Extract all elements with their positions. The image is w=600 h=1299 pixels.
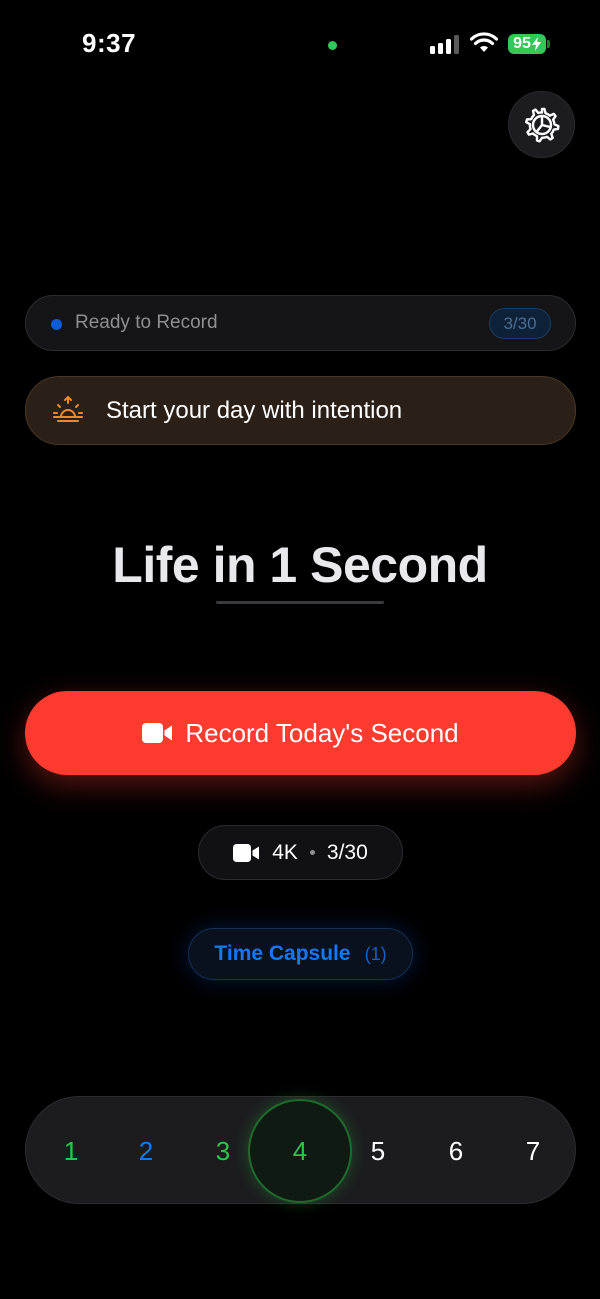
recording-count-badge: 3/30 xyxy=(489,308,551,339)
settings-button[interactable] xyxy=(508,91,575,158)
app-screen: 9:37 95 Ready to Record 3/30 Start your … xyxy=(0,0,600,1299)
gear-icon xyxy=(524,107,560,142)
daily-intention-banner[interactable]: Start your day with intention xyxy=(25,376,576,445)
day-6[interactable]: 6 xyxy=(431,1097,481,1205)
day-selector: 1 2 3 4 5 6 7 xyxy=(25,1096,576,1204)
day-5[interactable]: 5 xyxy=(353,1097,403,1205)
battery-icon: 95 xyxy=(508,34,546,54)
day-4-selected[interactable]: 4 xyxy=(248,1099,352,1203)
intention-text: Start your day with intention xyxy=(106,397,403,424)
video-quality-pill[interactable]: 4K 3/30 xyxy=(198,825,403,880)
video-camera-icon xyxy=(233,843,260,862)
camera-indicator-icon xyxy=(328,41,337,50)
day-7[interactable]: 7 xyxy=(508,1097,558,1205)
battery-level: 95 xyxy=(513,35,531,52)
day-1[interactable]: 1 xyxy=(46,1097,96,1205)
charging-bolt-icon xyxy=(531,37,541,51)
wifi-icon xyxy=(470,32,498,52)
time-capsule-button[interactable]: Time Capsule (1) xyxy=(188,928,413,980)
signal-icon xyxy=(430,34,460,54)
quality-count-label: 3/30 xyxy=(326,840,368,864)
sunrise-icon xyxy=(53,395,83,422)
day-3[interactable]: 3 xyxy=(198,1097,248,1205)
time-capsule-label: Time Capsule xyxy=(214,942,351,965)
recording-status-pill: Ready to Record 3/30 xyxy=(25,295,576,351)
day-2[interactable]: 2 xyxy=(121,1097,171,1205)
title-underline xyxy=(216,601,384,604)
status-dot xyxy=(51,319,62,330)
recording-status-label: Ready to Record xyxy=(75,312,218,333)
resolution-label: 4K xyxy=(272,840,298,864)
record-button[interactable]: Record Today's Second xyxy=(25,691,576,775)
battery-cap xyxy=(547,40,550,48)
video-camera-icon xyxy=(142,723,173,743)
record-button-label: Record Today's Second xyxy=(185,717,459,748)
time-capsule-count: (1) xyxy=(364,943,387,964)
status-time: 9:37 xyxy=(82,28,137,58)
app-title: Life in 1 Second xyxy=(112,537,488,593)
separator-dot xyxy=(309,850,315,855)
status-bar: 9:37 95 xyxy=(0,0,600,90)
